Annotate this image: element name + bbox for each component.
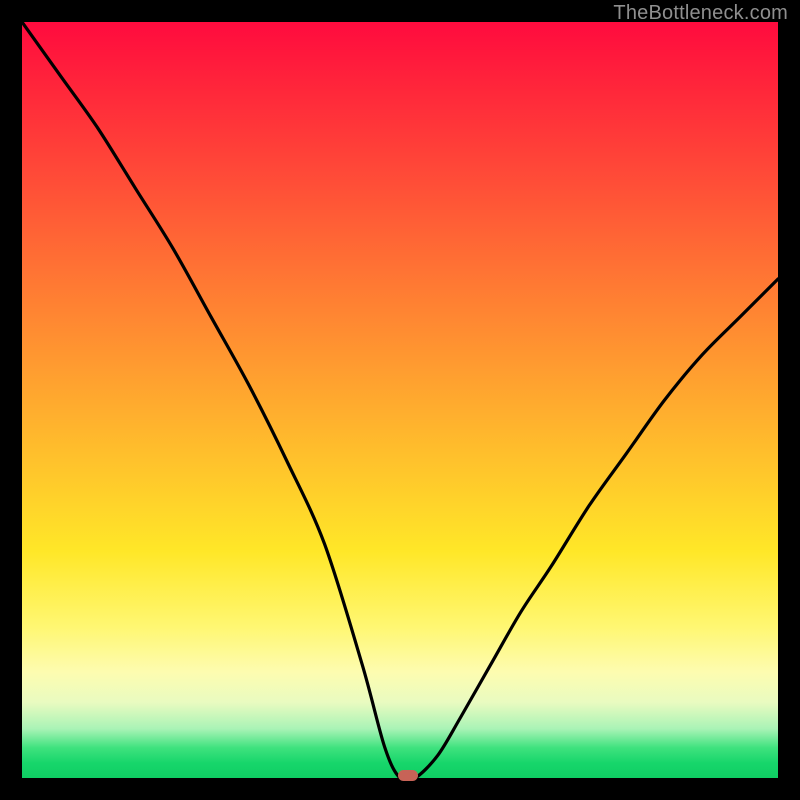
optimal-point-marker (398, 770, 418, 781)
plot-area (22, 22, 778, 778)
chart-frame: TheBottleneck.com (0, 0, 800, 800)
bottleneck-curve (22, 22, 778, 778)
